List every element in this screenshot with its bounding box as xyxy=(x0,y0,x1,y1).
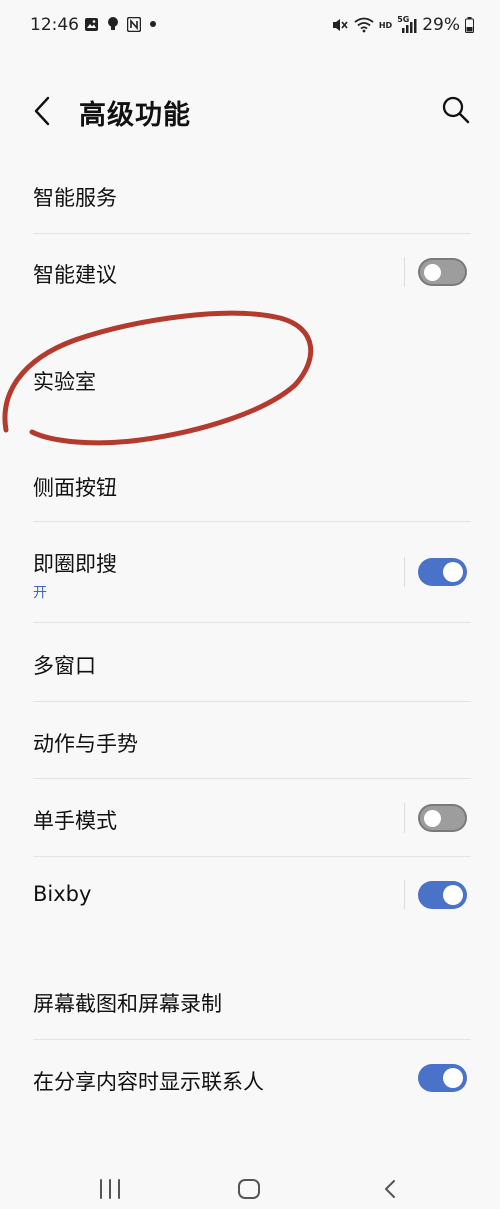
search-icon xyxy=(442,96,470,124)
setting-label: 单手模式 xyxy=(33,809,117,833)
back-button[interactable] xyxy=(30,94,58,128)
navigation-bar xyxy=(0,1165,500,1209)
setting-row-motions-gestures[interactable]: 动作与手势 xyxy=(0,702,500,778)
hd-indicator: HD xyxy=(378,20,393,30)
setting-row-multi-window[interactable]: 多窗口 xyxy=(0,623,500,701)
toggle-knob xyxy=(443,885,463,905)
separator xyxy=(404,557,405,587)
setting-row-intelligent-services[interactable]: 智能服务 xyxy=(0,160,500,234)
toggle-knob xyxy=(443,1068,463,1088)
bixby-toggle[interactable] xyxy=(418,881,467,909)
separator xyxy=(404,257,405,287)
setting-row-side-button[interactable]: 侧面按钮 xyxy=(0,446,500,522)
setting-label: 多窗口 xyxy=(33,654,96,678)
page-title: 高级功能 xyxy=(79,100,191,131)
gallery-icon xyxy=(85,17,98,31)
status-time: 12:46 xyxy=(30,15,79,35)
separator xyxy=(404,880,405,910)
battery-percent: 29% xyxy=(422,15,460,35)
setting-label: 屏幕截图和屏幕录制 xyxy=(33,992,222,1016)
setting-row-one-handed-mode[interactable]: 单手模式 xyxy=(0,779,500,857)
setting-label: 侧面按钮 xyxy=(33,476,117,500)
notification-icons xyxy=(84,16,157,32)
setting-label: 即圈即搜 xyxy=(33,552,117,576)
signal-indicator: 5G xyxy=(397,15,417,33)
status-bar: 12:46 HD 5G 29% xyxy=(0,0,500,52)
back-icon[interactable] xyxy=(380,1178,400,1200)
setting-label: 动作与手势 xyxy=(33,732,138,756)
smart-suggestions-toggle[interactable] xyxy=(418,258,467,286)
setting-row-circle-to-search[interactable]: 即圈即搜 开 xyxy=(0,522,500,622)
setting-row-screenshots-recorder[interactable]: 屏幕截图和屏幕录制 xyxy=(0,962,500,1038)
setting-label: 实验室 xyxy=(33,370,96,394)
lightbulb-icon xyxy=(108,17,118,30)
toggle-knob xyxy=(424,810,441,827)
page-header: 高级功能 xyxy=(0,80,500,144)
separator xyxy=(404,803,405,833)
nfc-icon xyxy=(127,16,141,32)
search-button[interactable] xyxy=(440,94,472,126)
dot-icon xyxy=(150,21,156,27)
show-contacts-toggle[interactable] xyxy=(418,1064,467,1092)
setting-row-show-contacts-when-sharing[interactable]: 在分享内容时显示联系人 xyxy=(0,1040,500,1118)
signal-icon xyxy=(402,19,417,33)
setting-label: 在分享内容时显示联系人 xyxy=(33,1070,264,1094)
circle-to-search-toggle[interactable] xyxy=(418,558,467,586)
home-icon[interactable] xyxy=(237,1178,261,1200)
setting-row-labs[interactable]: 实验室 xyxy=(0,340,500,420)
setting-label: 智能服务 xyxy=(33,186,117,210)
toggle-knob xyxy=(424,264,441,281)
setting-label: Bixby xyxy=(33,882,92,906)
setting-status: 开 xyxy=(33,585,47,601)
setting-label: 智能建议 xyxy=(33,263,117,287)
wifi-icon xyxy=(354,17,374,33)
recents-icon[interactable] xyxy=(98,1178,122,1200)
one-handed-mode-toggle[interactable] xyxy=(418,804,467,832)
setting-row-smart-suggestions[interactable]: 智能建议 xyxy=(0,234,500,310)
chevron-left-icon xyxy=(34,96,50,126)
mute-icon xyxy=(332,19,348,31)
toggle-knob xyxy=(443,562,463,582)
system-icons: HD 5G 29% xyxy=(331,15,474,35)
setting-row-bixby[interactable]: Bixby xyxy=(0,857,500,935)
battery-icon xyxy=(465,17,474,33)
